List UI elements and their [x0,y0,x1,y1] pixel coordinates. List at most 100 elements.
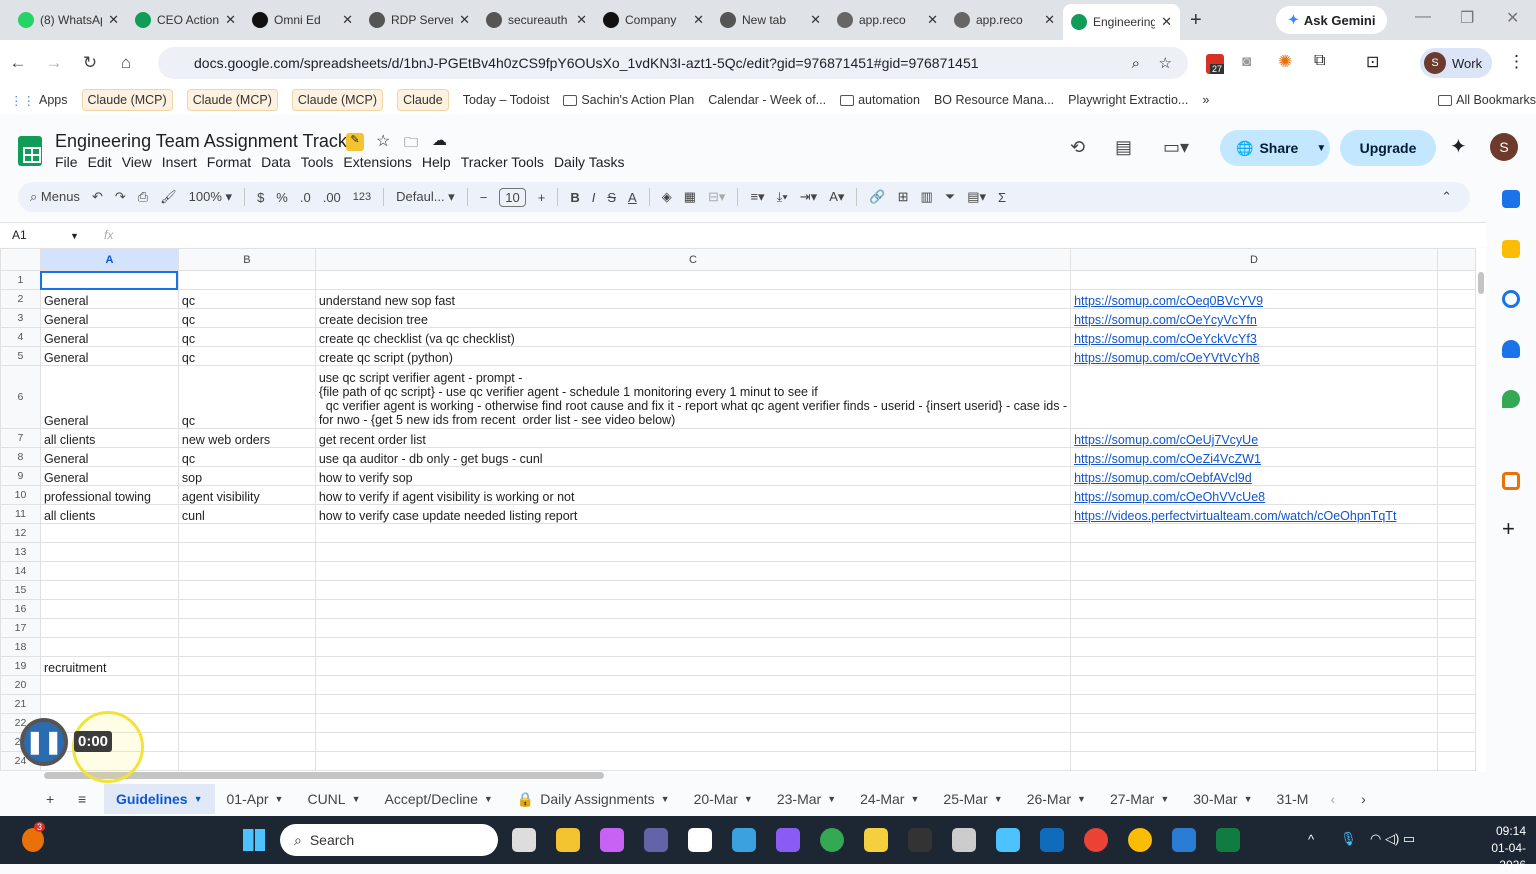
paint-format-icon[interactable]: 🖌 [160,189,177,205]
terminal-icon[interactable] [908,828,932,852]
increase-font-size-icon[interactable]: + [538,190,546,205]
bookmark-item[interactable]: Claude [397,89,449,111]
cell-b[interactable] [177,580,316,600]
cell-c[interactable] [314,751,1072,771]
upgrade-button[interactable]: Upgrade [1340,130,1436,166]
network-volume-icons[interactable]: ◠ ◁) ▭ [1370,831,1415,847]
name-box[interactable]: A1 ▼ [0,228,90,242]
cell-d[interactable] [1070,580,1438,600]
cell-d[interactable] [1070,270,1438,290]
minimize-button[interactable]: — [1415,8,1431,26]
sheet-tab-dropdown-icon[interactable]: ▼ [352,794,361,804]
notepad-icon[interactable] [996,828,1020,852]
row-header[interactable]: 6 [0,365,41,429]
cell-e[interactable] [1437,289,1476,309]
cell-a[interactable]: recruitment [39,656,179,676]
row-header[interactable]: 11 [0,504,41,524]
fill-color-icon[interactable]: ◈ [662,189,672,205]
cloud-status-icon[interactable]: ☁ [432,131,447,149]
tab-search-icon[interactable]: ⊡ [1366,52,1379,72]
cell-c[interactable]: create qc script (python) [314,346,1072,366]
start-icon[interactable] [243,829,265,851]
browser-tab[interactable]: Omni Ed ✕ [244,4,361,36]
row-header[interactable]: 21 [0,694,41,714]
cell-b[interactable]: qc [177,308,316,328]
undo-icon[interactable]: ↶ [92,189,103,205]
menu-help[interactable]: Help [422,154,459,170]
remote-desktop-icon[interactable] [1172,828,1196,852]
task-view-icon[interactable] [512,828,536,852]
menu-tracker-tools[interactable]: Tracker Tools [461,154,552,170]
cell-e[interactable] [1437,346,1476,366]
extensions-icon[interactable]: ⧉ [1314,52,1325,70]
office-addon-icon[interactable] [1502,472,1520,490]
document-title[interactable]: Engineering Team Assignment Tracker [55,131,363,152]
cell-b[interactable] [177,561,316,581]
cell-e[interactable] [1437,270,1476,290]
row-header[interactable]: 3 [0,308,41,328]
sheet-tab-dropdown-icon[interactable]: ▼ [744,794,753,804]
horizontal-align-icon[interactable]: ≡▾ [750,189,764,205]
cell-b[interactable] [177,656,316,676]
cell-b[interactable] [177,694,316,714]
bold-icon[interactable]: B [570,190,579,205]
row-header[interactable]: 9 [0,466,41,486]
close-tab-icon[interactable]: ✕ [1044,12,1055,28]
cell-c[interactable] [314,618,1072,638]
cell-d[interactable] [1070,675,1438,695]
sheet-tab[interactable]: 20-Mar ▼ [682,784,765,814]
close-window-button[interactable]: ✕ [1506,8,1519,28]
cell-b[interactable]: qc [177,365,316,429]
menu-tools[interactable]: Tools [301,154,342,170]
cell-e[interactable] [1437,365,1476,429]
menu-format[interactable]: Format [207,154,259,170]
sheet-tab-dropdown-icon[interactable]: ▼ [484,794,493,804]
cell-b[interactable] [177,599,316,619]
cell-b[interactable]: agent visibility [177,485,316,505]
filter-views-icon[interactable]: ▤▾ [967,189,986,205]
increase-decimal-button[interactable]: .00 [323,190,341,205]
row-header[interactable]: 10 [0,485,41,505]
bookmark-item[interactable]: » [1202,93,1209,107]
close-tab-icon[interactable]: ✕ [459,12,470,28]
row-header[interactable]: 13 [0,542,41,562]
cell-d[interactable] [1070,523,1438,543]
cell-b[interactable] [177,270,316,290]
cell-d[interactable]: https://videos.perfectvirtualteam.com/wa… [1070,504,1438,524]
sheet-tab[interactable]: 30-Mar ▼ [1181,784,1264,814]
cell-a[interactable]: General [39,346,179,366]
functions-icon[interactable]: Σ [998,190,1006,205]
font-size-input[interactable]: 10 [499,187,526,207]
comments-icon[interactable]: ▤ [1115,137,1132,158]
meet-icon[interactable]: ▭▾ [1163,137,1189,158]
menus-search[interactable]: ⌕ Menus [30,189,80,205]
widgets-icon[interactable]: 3 [22,822,46,852]
row-header[interactable]: 2 [0,289,41,309]
vertical-align-icon[interactable]: ⤓▾ [777,189,788,205]
browser-tab[interactable]: app.reco ✕ [946,4,1063,36]
cell-b[interactable] [177,542,316,562]
menu-insert[interactable]: Insert [162,154,205,170]
share-button[interactable]: 🌐 Share ▼ [1220,130,1330,166]
browser-tab[interactable]: app.reco ✕ [829,4,946,36]
bookmark-item[interactable]: automation [840,93,920,107]
cell-d[interactable] [1070,751,1438,771]
cell-a[interactable] [39,599,179,619]
menu-view[interactable]: View [122,154,160,170]
menu-file[interactable]: File [55,154,86,170]
extension-calendar-icon[interactable]: 27 [1206,54,1225,74]
browser-tab[interactable]: Company ✕ [595,4,712,36]
microphone-icon[interactable]: 🎙 [1340,831,1357,847]
cell-e[interactable] [1437,618,1476,638]
cell-d[interactable] [1070,732,1438,752]
cell-a[interactable]: General [39,466,179,486]
recorder-pause-button[interactable]: ❚❚ [20,718,68,766]
sheet-tab[interactable]: 31-M [1265,784,1321,814]
zoom-select[interactable]: 100% ▾ [189,189,232,205]
menu-extensions[interactable]: Extensions [343,154,419,170]
close-tab-icon[interactable]: ✕ [342,12,353,28]
cell-c[interactable] [314,270,1072,290]
cell-d[interactable]: https://somup.com/cOeYVtVcYh8 [1070,346,1438,366]
cell-d[interactable] [1070,561,1438,581]
cell-e[interactable] [1437,428,1476,448]
